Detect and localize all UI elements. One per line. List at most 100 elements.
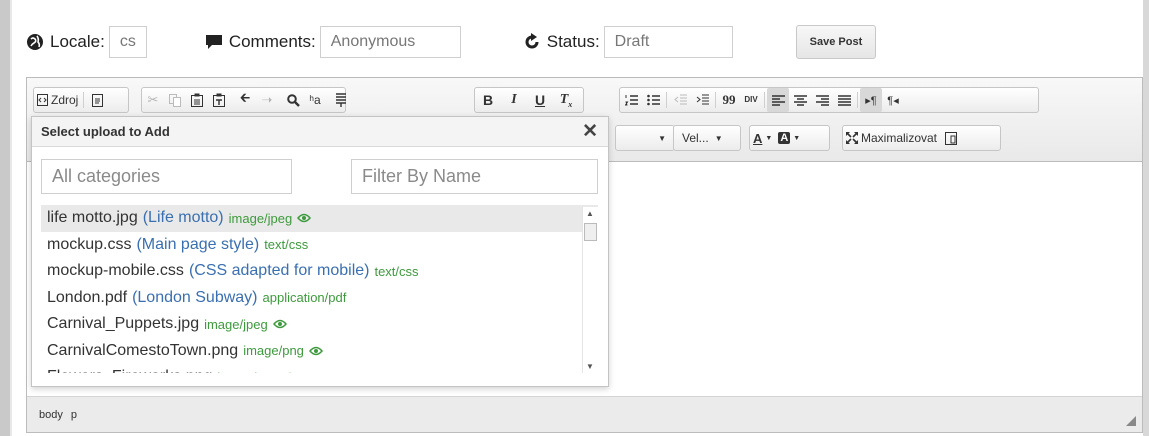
background-color-button[interactable]: A ▼ xyxy=(775,126,803,150)
file-name: Carnival_Puppets.jpg xyxy=(47,315,200,333)
scroll-up-icon[interactable]: ▲ xyxy=(586,209,594,218)
maximize-label: Maximalizovat xyxy=(861,131,938,145)
align-right-button[interactable] xyxy=(811,88,833,112)
file-mime-type: application/pdf xyxy=(262,290,347,306)
copy-icon xyxy=(169,93,181,107)
category-filter-input[interactable]: All categories xyxy=(41,159,292,194)
text-color-button[interactable]: A ▼ xyxy=(750,126,775,150)
copy-button[interactable] xyxy=(164,88,186,112)
justify-icon xyxy=(837,94,851,106)
file-title: (CSS adapted for mobile) xyxy=(188,262,370,280)
source-button[interactable]: Zdroj xyxy=(34,88,81,112)
locale-label: Locale: xyxy=(50,32,105,51)
comments-label: Comments: xyxy=(228,32,316,51)
paste-button[interactable] xyxy=(186,88,208,112)
upload-list-item[interactable]: Carnival_Puppets.jpg image/jpeg xyxy=(41,311,598,338)
search-icon xyxy=(286,93,300,107)
upload-picker-popup: Select upload to Add ✕ All categories Fi… xyxy=(31,116,609,387)
eye-icon[interactable] xyxy=(272,319,287,329)
eye-icon[interactable] xyxy=(297,213,312,223)
undo-button[interactable]: 🡰 xyxy=(234,88,256,112)
redo-button[interactable]: ➝ xyxy=(256,88,278,112)
underline-button[interactable]: U xyxy=(527,88,553,112)
text-color-icon: A xyxy=(753,130,763,146)
element-path-bar: body p xyxy=(27,396,1142,432)
toolbar-group-basicstyles: B I U Tx xyxy=(474,87,584,113)
upload-list-item[interactable]: CarnivalComestoTown.png image/png xyxy=(41,338,598,365)
undo-icon: 🡰 xyxy=(239,90,251,105)
clipboard-icon xyxy=(191,93,203,107)
create-div-button[interactable]: DIV xyxy=(740,88,762,112)
paste-text-icon xyxy=(213,93,225,107)
resize-handle-icon[interactable] xyxy=(1126,416,1136,426)
chevron-down-icon: ▼ xyxy=(714,133,723,143)
toolbar-group-clipboard: ✂ 🡰 ➝ ʰa xyxy=(141,87,346,113)
source-label: Zdroj xyxy=(51,93,79,107)
list-scrollbar[interactable]: ▲ ▼ xyxy=(582,207,598,373)
justify-button[interactable] xyxy=(833,88,855,112)
path-item-body[interactable]: body xyxy=(39,409,63,421)
source-icon xyxy=(37,94,48,106)
toolbar-group-colors: A ▼ A ▼ xyxy=(749,125,830,151)
toolbar-group-tools: Maximalizovat xyxy=(842,125,1001,151)
chevron-down-icon: ▼ xyxy=(793,134,801,142)
comments-select[interactable]: Anonymous xyxy=(319,26,461,58)
text-direction-ltr-button[interactable]: ▸¶ xyxy=(860,88,882,112)
outdent-icon xyxy=(673,94,687,106)
save-post-button[interactable]: Save Post xyxy=(795,25,877,59)
text-direction-rtl-button[interactable]: ¶◂ xyxy=(882,88,904,112)
close-icon[interactable]: ✕ xyxy=(582,120,598,143)
remove-format-button[interactable]: Tx xyxy=(553,88,579,112)
status-group: Status: Draft xyxy=(523,26,733,58)
outdent-button[interactable] xyxy=(669,88,691,112)
numbered-list-button[interactable] xyxy=(620,88,642,112)
locale-input[interactable]: cs xyxy=(108,26,147,58)
font-size-combo[interactable]: Vel... ▼ xyxy=(673,125,741,151)
ltr-icon: ▸¶ xyxy=(865,94,877,107)
toolbar-separator xyxy=(715,92,716,108)
blockquote-button[interactable]: 99 xyxy=(718,88,740,112)
popup-title: Select upload to Add xyxy=(41,124,170,139)
file-mime-type: text/css xyxy=(264,237,309,253)
redo-icon: ➝ xyxy=(261,92,273,107)
spellcheck-button[interactable] xyxy=(330,88,352,112)
upload-list-item[interactable]: life motto.jpg (Life motto) image/jpeg xyxy=(41,205,598,232)
numbered-list-icon xyxy=(624,94,638,106)
cut-button[interactable]: ✂ xyxy=(142,88,164,112)
align-center-button[interactable] xyxy=(789,88,811,112)
replace-icon: ʰa xyxy=(309,93,321,107)
bold-button[interactable]: B xyxy=(475,88,501,112)
new-page-button[interactable] xyxy=(86,88,108,112)
frame-left-inner-border xyxy=(10,0,12,436)
status-select[interactable]: Draft xyxy=(603,26,733,58)
post-meta-bar: Locale: cs Comments: Anonymous Status: D… xyxy=(26,22,877,62)
upload-list-item[interactable]: mockup-mobile.css (CSS adapted for mobile… xyxy=(41,258,598,285)
name-filter-input[interactable]: Filter By Name xyxy=(351,159,598,194)
path-item-p[interactable]: p xyxy=(71,409,77,421)
show-blocks-button[interactable] xyxy=(940,126,962,150)
file-title: (London Subway) xyxy=(132,288,258,306)
replace-button[interactable]: ʰa xyxy=(304,88,326,112)
file-name: life motto.jpg xyxy=(47,209,138,227)
indent-button[interactable] xyxy=(691,88,713,112)
toolbar-group-paragraph: 99 DIV ▸¶ ¶◂ xyxy=(619,87,1039,113)
upload-list-item[interactable]: Flowers_Fireworks.png image/png xyxy=(41,364,598,373)
show-blocks-icon xyxy=(945,131,958,145)
paste-text-button[interactable] xyxy=(208,88,230,112)
eye-icon[interactable] xyxy=(283,372,297,373)
maximize-icon xyxy=(846,132,858,144)
upload-list-item[interactable]: London.pdf (London Subway) application/pdf xyxy=(41,285,598,312)
background-color-icon: A xyxy=(778,132,791,144)
find-button[interactable] xyxy=(282,88,304,112)
scroll-down-icon[interactable]: ▼ xyxy=(586,362,594,371)
scroll-thumb[interactable] xyxy=(584,223,597,241)
align-left-button[interactable] xyxy=(767,88,789,112)
eye-icon[interactable] xyxy=(308,346,323,356)
bulleted-list-button[interactable] xyxy=(642,88,664,112)
italic-button[interactable]: I xyxy=(501,88,527,112)
format-combo[interactable]: ▼ xyxy=(615,125,675,151)
maximize-button[interactable]: Maximalizovat xyxy=(843,126,940,150)
file-mime-type: text/css xyxy=(374,263,419,279)
upload-list-item[interactable]: mockup.css (Main page style) text/css xyxy=(41,232,598,259)
file-mime-type: image/jpeg xyxy=(204,316,268,332)
